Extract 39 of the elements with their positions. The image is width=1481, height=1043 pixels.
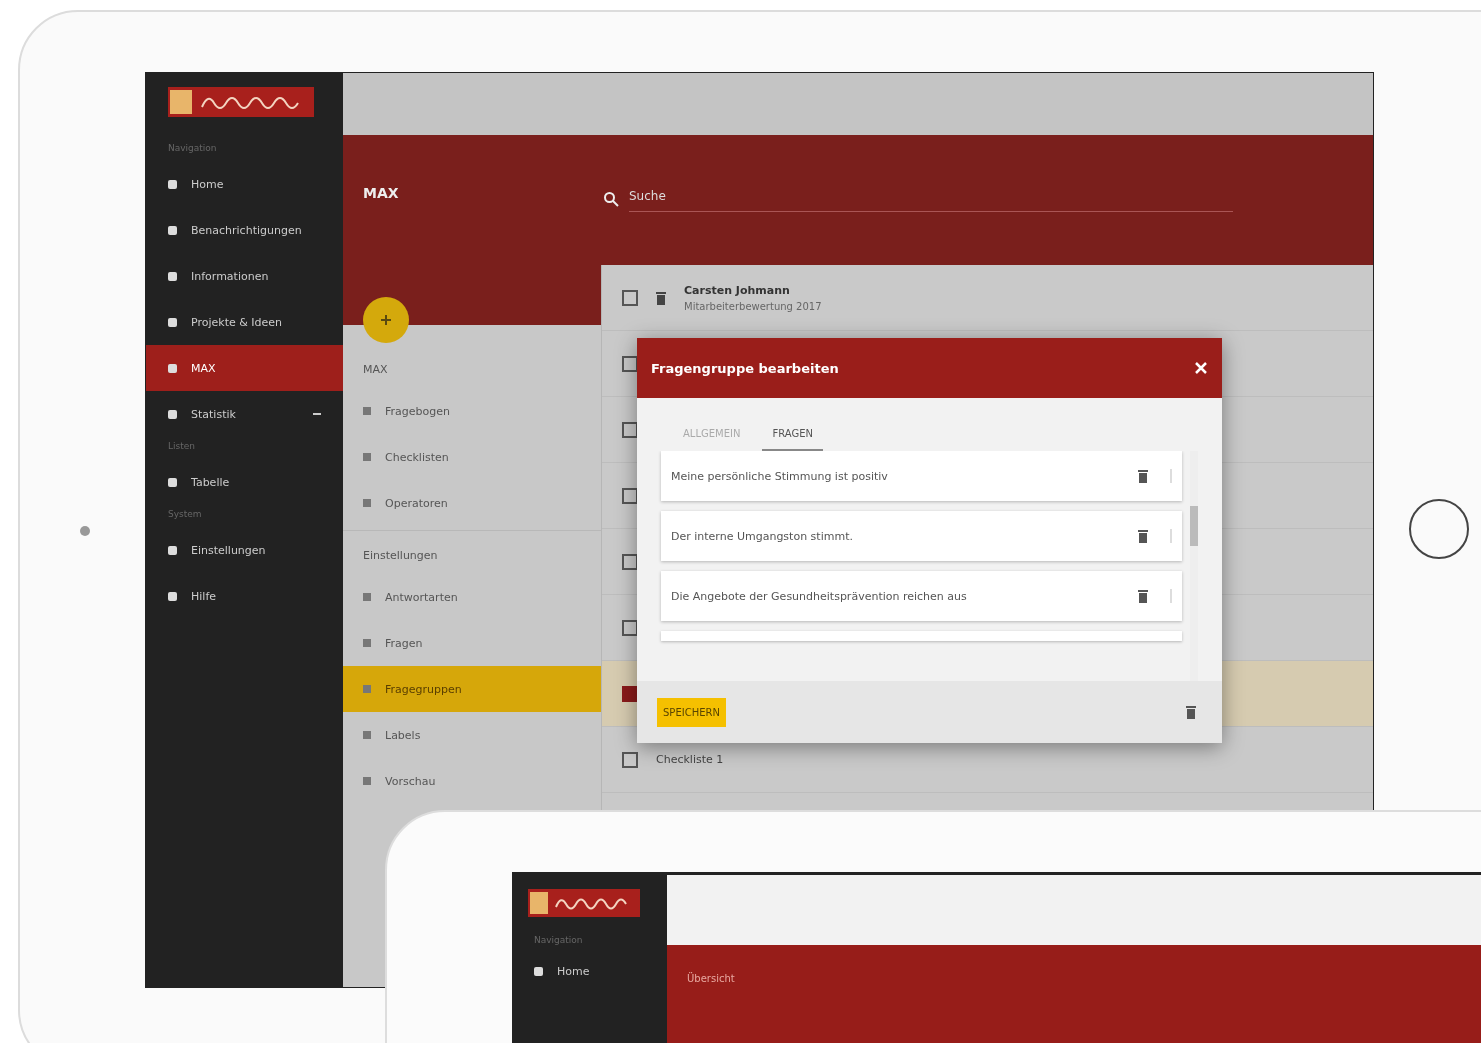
row-subtitle: Mitarbeiterbewertung 2017: [684, 300, 822, 312]
section-header: Listen: [167, 440, 196, 453]
sidebar-item[interactable]: Tabelle: [146, 459, 343, 505]
nav-item[interactable]: Vorschau: [343, 758, 601, 804]
sidebar-item[interactable]: Home: [512, 953, 667, 989]
nav-item[interactable]: Operatoren: [343, 480, 601, 526]
nav-item[interactable]: Antwortarten: [343, 574, 601, 620]
nav-item[interactable]: Fragebogen: [343, 388, 601, 434]
page-title: MAX: [362, 185, 400, 201]
section-header: Einstellungen: [362, 548, 439, 564]
sidebar-item[interactable]: Projekte & Ideen: [146, 299, 343, 345]
row-title: Checkliste 1: [656, 753, 724, 766]
nav-item[interactable]: Fragen: [343, 620, 601, 666]
nav-item[interactable]: Labels: [343, 712, 601, 758]
search-field[interactable]: Suche: [629, 185, 1233, 212]
sidebar-item[interactable]: Home: [146, 161, 343, 207]
sidebar-item[interactable]: Hilfe: [146, 573, 343, 619]
section-header: System: [167, 508, 203, 521]
row-title: Carsten Johmann: [684, 283, 791, 297]
section-header: Navigation: [533, 934, 584, 947]
sidebar-item[interactable]: Einstellungen: [146, 527, 343, 573]
sidebar-item[interactable]: Benachrichtigungen: [146, 207, 343, 253]
question-text: Der interne Umgangston stimmt.: [671, 529, 854, 543]
question-text: Meine persönliche Stimmung ist positiv: [671, 469, 889, 483]
save-button[interactable]: SPEICHERN: [657, 697, 726, 727]
sidebar-item[interactable]: MAX: [146, 345, 343, 391]
page-title: Übersicht: [687, 973, 735, 984]
section-header: MAX: [362, 362, 389, 378]
nav-item[interactable]: Checklisten: [343, 434, 601, 480]
section-header: Navigation: [167, 142, 218, 155]
sidebar-item[interactable]: Informationen: [146, 253, 343, 299]
question-card[interactable]: Meine persönliche Stimmung ist positiv: [661, 451, 1182, 501]
question-card[interactable]: Die Angebote der Gesundheitsprävention reichen aus: [661, 571, 1182, 621]
list-row[interactable]: Carsten Johmann Mitarbeiterbewertung 2017: [602, 265, 1373, 331]
sidebar-item[interactable]: Statistik: [146, 391, 343, 437]
question-text: Die Angebote der Gesundheitsprävention reichen aus: [671, 589, 968, 603]
question-card[interactable]: Der interne Umgangston stimmt.: [661, 511, 1182, 561]
nav-item[interactable]: Fragegruppen: [343, 666, 601, 712]
dialog-title: Fragengruppe bearbeiten: [651, 360, 839, 376]
